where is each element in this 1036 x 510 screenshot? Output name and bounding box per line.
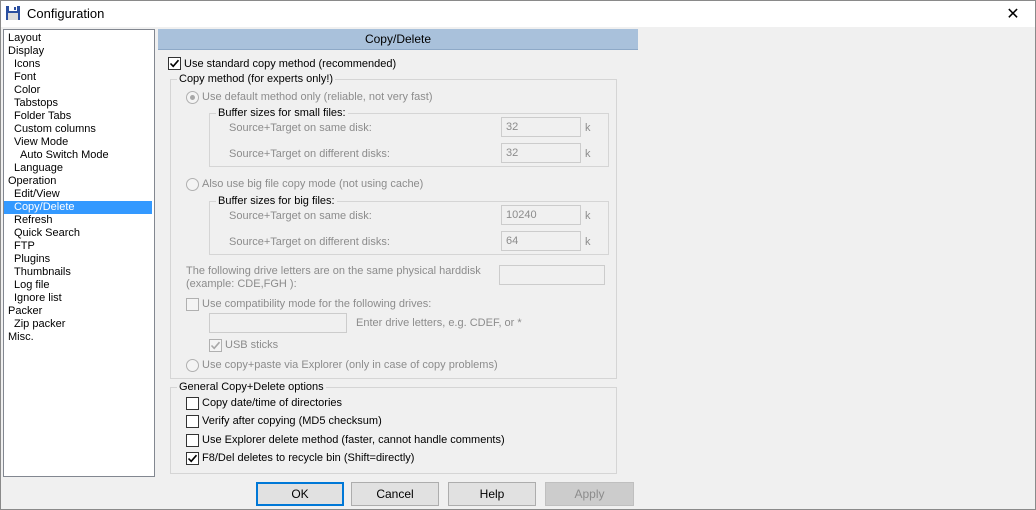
tree-item-auto-switch-mode[interactable]: Auto Switch Mode [19,149,110,162]
checkmark-icon [169,59,180,68]
usb-sticks-checkbox[interactable] [209,339,222,352]
tree-item-edit-view[interactable]: Edit/View [13,188,61,201]
configuration-window: Configuration ✕ Layout Display Icons Fon… [0,0,1036,510]
tree-item-log-file[interactable]: Log file [13,279,50,292]
same-harddisk-label: The following drive letters are on the s… [186,265,481,277]
small-diff-disk-input[interactable]: 32 [501,143,581,163]
compatibility-mode-label: Use compatibility mode for the following… [202,298,432,310]
checkmark-icon [187,454,198,463]
checkmark-icon [210,341,221,350]
cancel-button[interactable]: Cancel [351,482,439,506]
compatibility-drives-input[interactable] [209,313,347,333]
tree-item-tabstops[interactable]: Tabstops [13,97,59,110]
close-icon: ✕ [1006,6,1020,23]
general-options-group-title: General Copy+Delete options [177,381,326,393]
big-same-disk-input[interactable]: 10240 [501,205,581,225]
page-title: Copy/Delete [158,29,638,50]
big-same-disk-label: Source+Target on same disk: [229,210,372,222]
tree-item-plugins[interactable]: Plugins [13,253,51,266]
close-button[interactable]: ✕ [991,1,1035,27]
recycle-bin-checkbox[interactable] [186,452,199,465]
apply-button[interactable]: Apply [545,482,634,506]
title-bar: Configuration ✕ [1,1,1035,27]
default-method-label: Use default method only (reliable, not v… [202,91,433,103]
floppy-disk-icon [6,6,20,20]
big-file-mode-label: Also use big file copy mode (not using c… [202,178,424,190]
big-diff-disk-input[interactable]: 64 [501,231,581,251]
usb-sticks-label: USB sticks [225,339,279,351]
explorer-copy-label: Use copy+paste via Explorer (only in cas… [202,359,498,371]
copy-method-group-title: Copy method (for experts only!) [177,73,336,85]
small-same-disk-label: Source+Target on same disk: [229,122,372,134]
settings-tree[interactable]: Layout Display Icons Font Color Tabstops… [3,29,155,477]
small-files-group-title: Buffer sizes for small files: [216,107,348,119]
tree-item-layout[interactable]: Layout [7,32,42,45]
copy-date-time-label: Copy date/time of directories [202,397,343,409]
recycle-bin-label: F8/Del deletes to recycle bin (Shift=dir… [202,452,415,464]
big-diff-disk-label: Source+Target on different disks: [229,236,390,248]
tree-item-icons[interactable]: Icons [13,58,41,71]
dialog-body: Layout Display Icons Font Color Tabstops… [1,27,1035,509]
tree-item-ftp[interactable]: FTP [13,240,36,253]
explorer-delete-label: Use Explorer delete method (faster, cann… [202,434,505,446]
tree-item-misc[interactable]: Misc. [7,331,35,344]
explorer-copy-radio[interactable] [186,359,199,372]
tree-item-view-mode[interactable]: View Mode [13,136,69,149]
ok-button[interactable]: OK [256,482,344,506]
big-file-mode-radio[interactable] [186,178,199,191]
verify-after-copy-checkbox[interactable] [186,415,199,428]
help-button[interactable]: Help [448,482,536,506]
standard-copy-checkbox[interactable] [168,57,181,70]
compatibility-drives-hint: Enter drive letters, e.g. CDEF, or * [356,317,522,329]
tree-item-font[interactable]: Font [13,71,37,84]
small-diff-disk-label: Source+Target on different disks: [229,148,390,160]
copy-date-time-checkbox[interactable] [186,397,199,410]
verify-after-copy-label: Verify after copying (MD5 checksum) [202,415,382,427]
tree-item-quick-search[interactable]: Quick Search [13,227,81,240]
tree-item-language[interactable]: Language [13,162,64,175]
window-title: Configuration [27,6,105,21]
tree-item-thumbnails[interactable]: Thumbnails [13,266,72,279]
tree-item-zip-packer[interactable]: Zip packer [13,318,66,331]
same-harddisk-input[interactable] [499,265,605,285]
small-same-disk-unit: k [585,122,591,134]
tree-item-ignore-list[interactable]: Ignore list [13,292,63,305]
tree-item-packer[interactable]: Packer [7,305,43,318]
big-diff-disk-unit: k [585,236,591,248]
tree-item-folder-tabs[interactable]: Folder Tabs [13,110,72,123]
explorer-delete-checkbox[interactable] [186,434,199,447]
default-method-radio[interactable] [186,91,199,104]
tree-item-display[interactable]: Display [7,45,45,58]
big-same-disk-unit: k [585,210,591,222]
compatibility-mode-checkbox[interactable] [186,298,199,311]
small-diff-disk-unit: k [585,148,591,160]
tree-item-color[interactable]: Color [13,84,41,97]
tree-item-refresh[interactable]: Refresh [13,214,54,227]
same-harddisk-example: (example: CDE,FGH ): [186,278,297,290]
standard-copy-label: Use standard copy method (recommended) [184,58,397,70]
tree-item-copy-delete[interactable]: Copy/Delete [4,201,152,214]
big-files-group-title: Buffer sizes for big files: [216,195,337,207]
small-same-disk-input[interactable]: 32 [501,117,581,137]
tree-item-custom-columns[interactable]: Custom columns [13,123,97,136]
tree-item-operation[interactable]: Operation [7,175,57,188]
